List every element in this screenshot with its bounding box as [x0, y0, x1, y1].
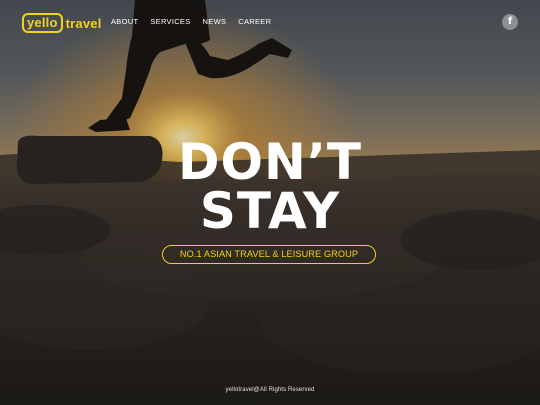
nav-item-career[interactable]: CAREER	[238, 17, 271, 26]
nav-item-news[interactable]: NEWS	[203, 17, 227, 26]
hero-section: yello travel ABOUT SERVICES NEWS CAREER …	[0, 0, 540, 405]
site-logo[interactable]: yello travel	[22, 13, 102, 33]
hero-headline-line2: STAY	[199, 182, 341, 240]
logo-boxed-text: yello	[22, 13, 63, 33]
nav-item-services[interactable]: SERVICES	[150, 17, 190, 26]
facebook-icon[interactable]: f	[502, 14, 518, 30]
main-menu: ABOUT SERVICES NEWS CAREER	[111, 17, 271, 26]
nav-item-about[interactable]: ABOUT	[111, 17, 138, 26]
hero-headline-line1: DON’T	[178, 133, 362, 191]
top-navigation: yello travel ABOUT SERVICES NEWS CAREER …	[0, 0, 540, 44]
hero-tagline-badge: NO.1 ASIAN TRAVEL & LEISURE GROUP	[162, 245, 376, 264]
footer-copyright: yellotravel@All Rights Reserved	[225, 387, 315, 393]
logo-word-text: travel	[65, 15, 102, 31]
